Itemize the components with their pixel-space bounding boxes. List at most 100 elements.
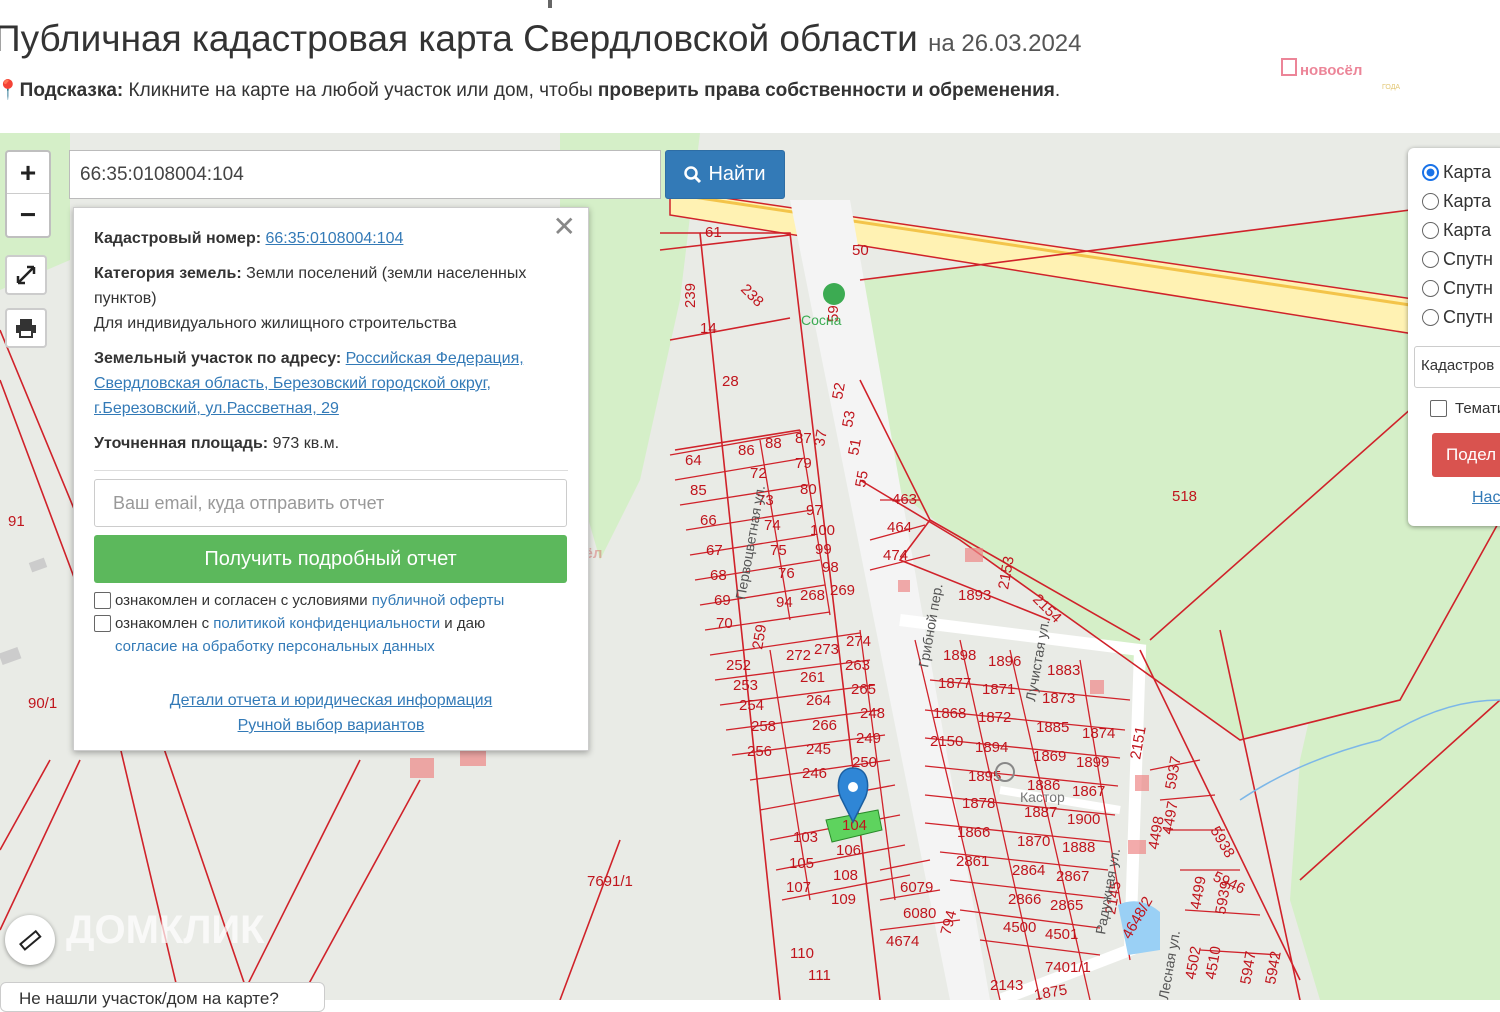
- parcel-number-label: 1867: [1072, 783, 1105, 800]
- parcel-number-label: 2864: [1012, 862, 1045, 879]
- zoom-control: + −: [5, 150, 51, 238]
- layer-option[interactable]: Спутн: [1422, 245, 1500, 274]
- privacy-link[interactable]: политикой конфиденциальности: [213, 615, 440, 632]
- details-link[interactable]: Детали отчета и юридическая информация: [170, 692, 493, 709]
- layer-switcher: Карта Карта Карта Спутн Спутн Спутн Кадастров…: [1408, 148, 1500, 526]
- printer-icon: [16, 319, 36, 338]
- ruler-button[interactable]: [5, 915, 55, 965]
- layer-option[interactable]: Карта: [1422, 187, 1500, 216]
- parcel-number-label: 1898: [943, 647, 976, 664]
- layer-option[interactable]: Спутн: [1422, 274, 1500, 303]
- parcel-number-label: 249: [856, 730, 881, 747]
- privacy-checkbox[interactable]: [94, 615, 111, 632]
- parcel-number-label: 64: [685, 452, 702, 469]
- cadastre-link[interactable]: 66:35:0108004:104: [266, 230, 404, 247]
- thematic-row: Темати: [1430, 400, 1500, 417]
- offer-checkbox[interactable]: [94, 592, 111, 609]
- parcel-number-label: 90/1: [28, 695, 57, 712]
- zoom-in-button[interactable]: +: [7, 152, 49, 194]
- layer-radio[interactable]: [1422, 193, 1439, 210]
- parcel-number-label: 55: [852, 469, 872, 488]
- pin-icon: 📍: [0, 80, 20, 101]
- layer-option[interactable]: Карта: [1422, 216, 1500, 245]
- parcel-number-label: 1896: [988, 653, 1021, 670]
- layer-option[interactable]: Спутн: [1422, 303, 1500, 332]
- layer-radio[interactable]: [1422, 280, 1439, 297]
- get-report-button[interactable]: Получить подробный отчет: [94, 535, 567, 583]
- parcel-number-label: 263: [845, 657, 870, 674]
- layer-radio[interactable]: [1422, 164, 1439, 181]
- search-button-label: Найти: [708, 163, 766, 185]
- parcel-number-label: 238: [737, 281, 767, 311]
- search-input[interactable]: 66:35:0108004:104: [69, 150, 661, 199]
- parcel-number-label: 111: [808, 967, 831, 984]
- layer-option-label: Карта: [1443, 191, 1492, 211]
- category-row: Категория земель: Земли поселений (земли…: [94, 265, 527, 332]
- thematic-checkbox[interactable]: [1430, 400, 1447, 417]
- parcel-number-label: 109: [831, 891, 856, 908]
- layer-option-label: Карта: [1443, 162, 1492, 182]
- parcel-number-label: 72: [750, 465, 767, 482]
- settings-link[interactable]: Нас: [1472, 489, 1500, 507]
- consent-link[interactable]: согласие на обработку персональных данны…: [115, 638, 435, 655]
- zoom-out-button[interactable]: −: [7, 194, 49, 236]
- layer-radio[interactable]: [1422, 222, 1439, 239]
- email-field[interactable]: Ваш email, куда отправить отчет: [94, 479, 567, 527]
- svg-text:новосёл: новосёл: [1300, 62, 1362, 79]
- parcel-number-label: 274: [846, 633, 871, 650]
- parcel-number-label: 1873: [1042, 690, 1075, 707]
- parcel-number-label: 1874: [1082, 725, 1115, 742]
- close-icon[interactable]: ✕: [553, 213, 576, 241]
- street-label: Первоцветная ул.: [732, 484, 768, 601]
- parcel-number-label: 4502: [1182, 945, 1205, 981]
- search-input-value: 66:35:0108004:104: [80, 163, 244, 185]
- parcel-number-label: 85: [690, 482, 707, 499]
- share-button[interactable]: Подел: [1432, 433, 1500, 477]
- parcel-number-label: 61: [705, 224, 722, 241]
- layer-radio[interactable]: [1422, 251, 1439, 268]
- parcel-number-label: 103: [793, 829, 818, 846]
- parcel-number-label: 265: [851, 681, 876, 698]
- parcel-number-label: 108: [833, 867, 858, 884]
- parcel-number-label: 246: [802, 765, 827, 782]
- parcel-number-label: 4501: [1045, 926, 1078, 943]
- offer-link[interactable]: публичной оферты: [372, 592, 505, 609]
- layer-radio[interactable]: [1422, 309, 1439, 326]
- parcel-number-label: 1866: [957, 824, 990, 841]
- manual-select-link[interactable]: Ручной выбор вариантов: [238, 717, 425, 734]
- parcel-border-line: [979, 939, 1101, 956]
- print-button[interactable]: [5, 308, 47, 348]
- parcel-number-label: 66: [700, 512, 717, 529]
- layer-select[interactable]: Кадастров: [1414, 346, 1500, 388]
- search-icon: [684, 165, 702, 183]
- parcel-number-label: 268: [800, 587, 825, 604]
- parcel-number-label: 107: [786, 879, 811, 896]
- parcel-number-label: 97: [806, 502, 823, 519]
- poi-label: Кастор: [1020, 789, 1065, 805]
- parcel-number-label: 7691/1: [587, 873, 633, 890]
- novosel-logo: новосёл ГОДА: [1281, 58, 1400, 91]
- parcel-popup: ✕ Кадастровый номер: 66:35:0108004:104 К…: [73, 207, 589, 751]
- parcel-number-label: 105: [789, 855, 814, 872]
- parcel-number-label: 258: [751, 718, 776, 735]
- parcel-number-label: 94: [776, 594, 793, 611]
- parcel-number-label: 4499: [1187, 875, 1210, 911]
- fullscreen-button[interactable]: [5, 255, 47, 295]
- parcel-number-label: 248: [860, 705, 885, 722]
- parcel-number-label: 2151: [1127, 725, 1150, 761]
- parcel-number-label: 70: [716, 615, 733, 632]
- parcel-number-label: 239: [682, 283, 699, 308]
- parcel-number-label: 91: [8, 513, 25, 530]
- parcel-border-line: [1159, 794, 1216, 801]
- parcel-number-label: 1887: [1024, 804, 1057, 821]
- layer-option[interactable]: Карта: [1422, 158, 1500, 187]
- parcel-number-label: 76: [778, 565, 795, 582]
- parcel-number-label: 474: [883, 547, 908, 564]
- parcel-number-label: 5947: [1237, 950, 1260, 986]
- not-found-button[interactable]: Не нашли участок/дом на карте?: [0, 982, 325, 1012]
- address-row: Земельный участок по адресу: Российская …: [94, 350, 524, 417]
- search-button[interactable]: Найти: [665, 150, 785, 199]
- parcel-number-label: 1888: [1062, 839, 1095, 856]
- cadastre-row: Кадастровый номер: 66:35:0108004:104: [94, 230, 404, 247]
- buildings-grey: [0, 557, 48, 666]
